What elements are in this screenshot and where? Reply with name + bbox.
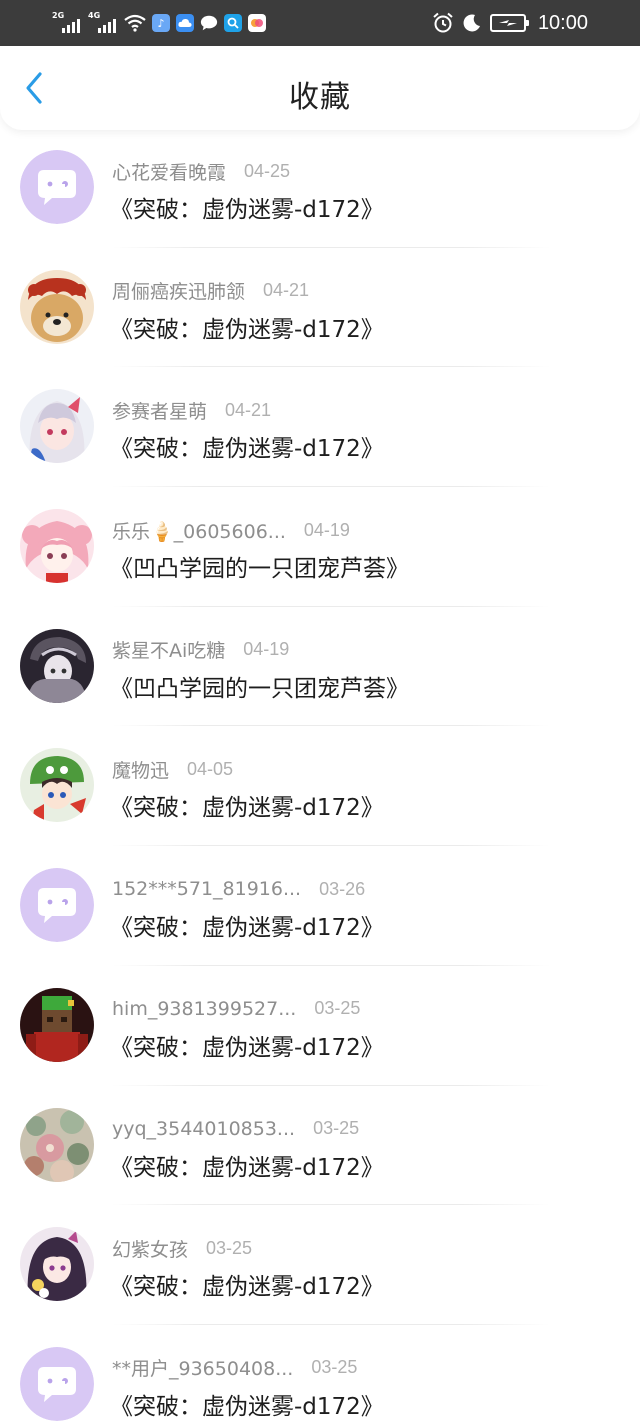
- avatar[interactable]: [20, 269, 94, 344]
- work-title[interactable]: 《凹凸学园的一只团宠芦荟》: [110, 669, 409, 703]
- avatar[interactable]: [20, 1227, 94, 1302]
- avatar[interactable]: [20, 628, 94, 703]
- status-bar-right: 10:00: [432, 9, 588, 37]
- favorite-date: 04-25: [244, 160, 291, 181]
- status-bar: 2G 4G ♪ 10:00: [0, 0, 640, 46]
- work-title[interactable]: 《突破：虚伪迷雾-d172》: [110, 1387, 384, 1421]
- avatar[interactable]: [20, 1346, 94, 1421]
- work-title[interactable]: 《突破：虚伪迷雾-d172》: [110, 1148, 384, 1182]
- favorite-date: 03-25: [314, 998, 361, 1019]
- cloud-app-icon: [176, 14, 194, 32]
- item-meta: him_9381399527... 03-25: [112, 996, 360, 1022]
- work-title[interactable]: 《突破：虚伪迷雾-d172》: [110, 190, 384, 224]
- avatar[interactable]: [20, 868, 94, 943]
- favorite-date: 03-25: [311, 1357, 358, 1378]
- favorites-list: 心花爱看晚霞 04-25 《突破：虚伪迷雾-d172》 周俪癌疾迅肺颔 04-21 《突…: [0, 128, 640, 1422]
- clock: 10:00: [537, 11, 588, 34]
- list-item[interactable]: 周俪癌疾迅肺颔 04-21 《突破：虚伪迷雾-d172》: [0, 248, 640, 368]
- list-item[interactable]: **用户_93650408... 03-25 《突破：虚伪迷雾-d172》: [0, 1325, 640, 1422]
- user-name[interactable]: 周俪癌疾迅肺颔: [112, 277, 245, 304]
- favorite-date: 03-25: [313, 1118, 360, 1138]
- list-item[interactable]: 魔物迅 04-05 《突破：虚伪迷雾-d172》: [0, 726, 640, 847]
- list-item[interactable]: 心花爱看晚霞 04-25 《突破：虚伪迷雾-d172》: [0, 128, 640, 248]
- item-meta: 周俪癌疾迅肺颔 04-21: [112, 278, 309, 304]
- favorite-date: 04-19: [303, 519, 350, 540]
- user-name[interactable]: 乐乐🍦_0605606...: [112, 517, 286, 544]
- moon-icon: [463, 14, 480, 32]
- signal-icon: 4G: [88, 12, 118, 34]
- favorite-date: 04-05: [187, 758, 234, 779]
- alarm-icon: [433, 12, 453, 33]
- work-title[interactable]: 《突破：虚伪迷雾-d172》: [110, 1028, 384, 1062]
- status-bar-left: 2G 4G ♪: [52, 10, 266, 36]
- work-title[interactable]: 《突破：虚伪迷雾-d172》: [110, 788, 384, 822]
- work-title[interactable]: 《突破：虚伪迷雾-d172》: [110, 310, 384, 344]
- user-name[interactable]: 152***571_81916...: [112, 878, 301, 900]
- favorite-date: 03-25: [206, 1237, 253, 1258]
- list-item[interactable]: 幻紫女孩 03-25 《突破：虚伪迷雾-d172》: [0, 1205, 640, 1325]
- user-name[interactable]: him_9381399527...: [112, 998, 296, 1020]
- list-item[interactable]: yyq_3544010853... 03-25 《突破：虚伪迷雾-d172》: [0, 1086, 640, 1206]
- list-item[interactable]: 参赛者星萌 04-21 《突破：虚伪迷雾-d172》: [0, 367, 640, 488]
- user-name[interactable]: **用户_93650408...: [112, 1354, 293, 1381]
- item-meta: 魔物迅 04-05: [112, 756, 233, 782]
- list-item[interactable]: 紫星不Ai吃糖 04-19 《凹凸学园的一只团宠芦荟》: [0, 607, 640, 727]
- favorite-date: 04-21: [263, 280, 310, 301]
- item-meta: 参赛者星萌 04-21: [112, 397, 271, 423]
- user-name[interactable]: yyq_3544010853...: [112, 1118, 295, 1140]
- signal-icon: 2G: [52, 12, 82, 34]
- list-item[interactable]: 乐乐🍦_0605606... 04-19 《凹凸学园的一只团宠芦荟》: [0, 487, 640, 607]
- item-meta: **用户_93650408... 03-25: [112, 1355, 357, 1381]
- favorite-date: 04-19: [243, 639, 290, 660]
- item-meta: 152***571_81916... 03-26: [112, 876, 365, 902]
- favorite-date: 03-26: [319, 878, 366, 899]
- avatar[interactable]: [20, 748, 94, 823]
- user-name[interactable]: 幻紫女孩: [112, 1235, 188, 1262]
- user-name[interactable]: 魔物迅: [112, 756, 169, 783]
- avatar[interactable]: [20, 1107, 94, 1182]
- page-title: 收藏: [289, 80, 351, 115]
- avatar[interactable]: [20, 150, 94, 224]
- gallery-app-icon: [248, 14, 266, 32]
- favorite-date: 04-21: [225, 399, 272, 420]
- item-meta: 幻紫女孩 03-25: [112, 1235, 252, 1261]
- user-name[interactable]: 心花爱看晚霞: [112, 158, 226, 185]
- search-app-icon: [224, 14, 242, 32]
- chat-app-icon: [200, 14, 218, 32]
- user-name[interactable]: 紫星不Ai吃糖: [112, 636, 225, 663]
- work-title[interactable]: 《突破：虚伪迷雾-d172》: [110, 908, 384, 942]
- item-meta: 紫星不Ai吃糖 04-19: [112, 637, 289, 663]
- work-title[interactable]: 《凹凸学园的一只团宠芦荟》: [110, 549, 409, 583]
- item-meta: 乐乐🍦_0605606... 04-19: [112, 517, 350, 543]
- avatar[interactable]: [20, 987, 94, 1062]
- music-app-icon: ♪: [152, 14, 170, 32]
- battery-charging-icon: [489, 14, 529, 32]
- avatar[interactable]: [20, 389, 94, 464]
- user-name[interactable]: 参赛者星萌: [112, 397, 207, 424]
- list-item[interactable]: him_9381399527... 03-25 《突破：虚伪迷雾-d172》: [0, 966, 640, 1086]
- work-title[interactable]: 《突破：虚伪迷雾-d172》: [110, 429, 384, 463]
- wifi-icon: [124, 14, 146, 32]
- list-item[interactable]: 152***571_81916... 03-26 《突破：虚伪迷雾-d172》: [0, 846, 640, 966]
- app-header: 收藏: [0, 46, 640, 130]
- item-meta: yyq_3544010853... 03-25: [112, 1116, 359, 1142]
- work-title[interactable]: 《突破：虚伪迷雾-d172》: [110, 1267, 384, 1301]
- item-meta: 心花爱看晚霞 04-25: [112, 158, 290, 184]
- avatar[interactable]: [20, 509, 94, 584]
